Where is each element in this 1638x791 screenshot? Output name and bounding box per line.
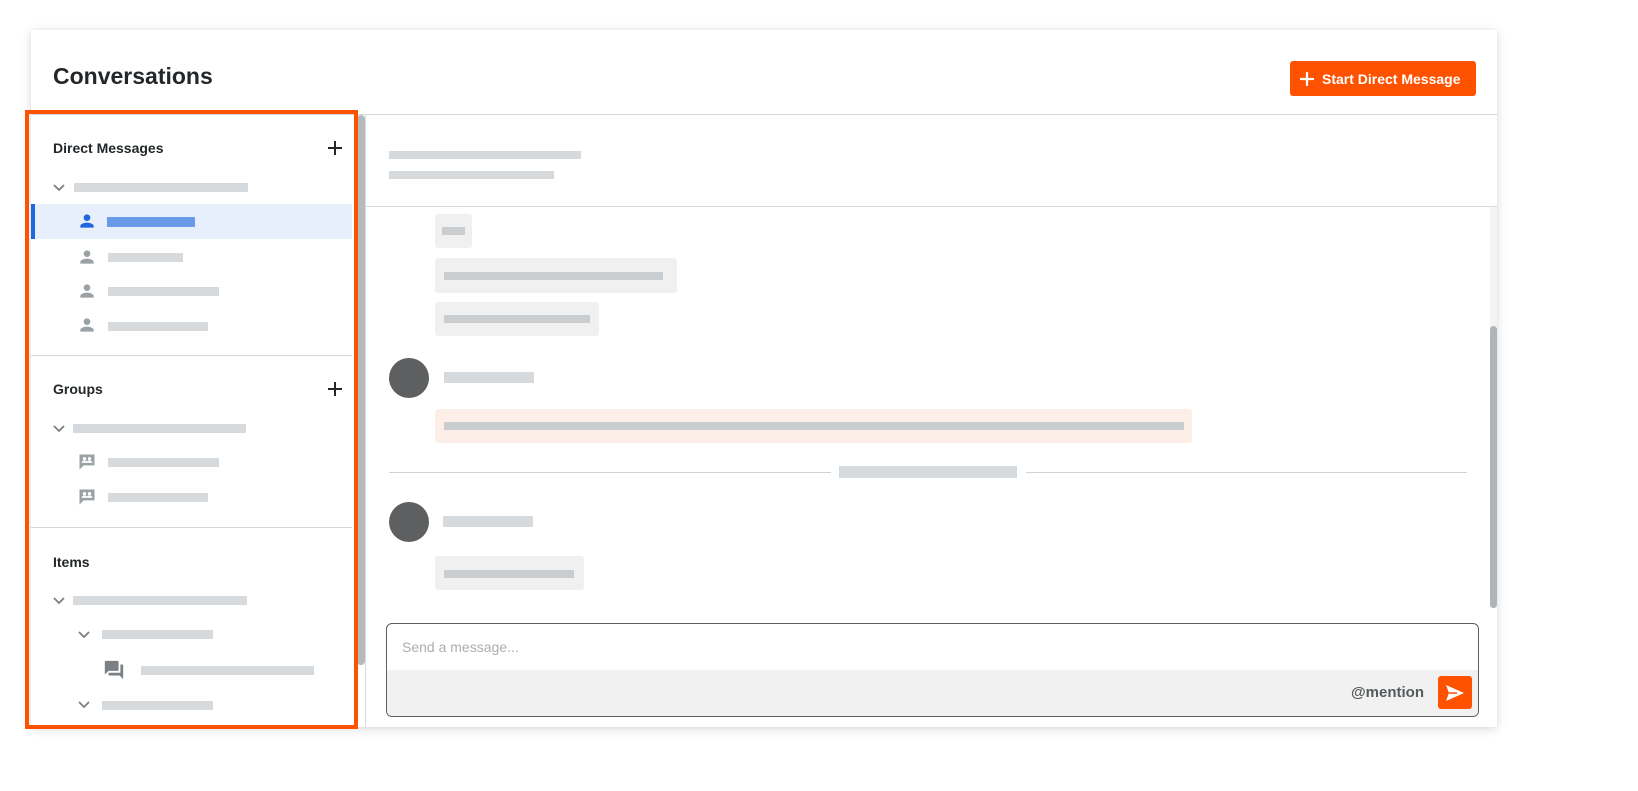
message-bubble-highlighted — [435, 409, 1192, 443]
message-bubble — [435, 556, 584, 590]
date-separator-line — [1026, 472, 1467, 473]
mention-button[interactable]: @mention — [1351, 684, 1424, 701]
chevron-down-icon[interactable] — [52, 424, 66, 434]
message-bubble — [435, 214, 472, 248]
message-input[interactable] — [387, 624, 1478, 670]
item-category-placeholder — [73, 596, 247, 605]
conversation-title-placeholder — [389, 151, 581, 159]
dm-item-selected[interactable] — [31, 204, 352, 239]
sender-name-placeholder — [444, 372, 534, 383]
message-text-placeholder — [444, 315, 590, 323]
groups-heading: Groups — [53, 381, 103, 397]
section-divider — [31, 527, 352, 528]
date-separator-placeholder — [839, 466, 1017, 478]
group-name-placeholder — [108, 493, 208, 502]
group-category-placeholder — [73, 424, 246, 433]
message-text-placeholder — [444, 570, 574, 578]
add-group-icon[interactable] — [327, 381, 343, 397]
date-separator-line — [389, 472, 831, 473]
dm-name-placeholder — [107, 217, 195, 227]
person-icon — [80, 318, 94, 332]
forum-icon — [104, 660, 124, 680]
group-chat-icon — [79, 489, 95, 505]
conversation-sidebar: Direct Messages Groups Items — [31, 115, 352, 727]
send-icon — [1446, 684, 1464, 701]
avatar — [389, 358, 429, 398]
composer-toolbar: @mention — [387, 670, 1478, 716]
page-title: Conversations — [53, 63, 213, 89]
avatar — [389, 502, 429, 542]
section-divider — [31, 355, 352, 356]
dm-name-placeholder — [108, 322, 208, 331]
chevron-down-icon[interactable] — [77, 700, 91, 710]
sidebar-scrollbar-thumb[interactable] — [357, 115, 365, 665]
message-composer: @mention — [386, 623, 1479, 717]
conversations-panel: Conversations Start Direct Message Direc… — [31, 30, 1497, 727]
direct-messages-heading: Direct Messages — [53, 140, 164, 156]
item-subcategory-placeholder — [102, 630, 213, 639]
item-name-placeholder — [141, 666, 314, 675]
send-button[interactable] — [1438, 676, 1472, 709]
chevron-down-icon[interactable] — [52, 183, 66, 193]
person-icon — [80, 284, 94, 298]
conversation-subtitle-placeholder — [389, 171, 554, 179]
person-icon — [80, 214, 94, 228]
group-name-placeholder — [108, 458, 219, 467]
dm-name-placeholder — [108, 253, 183, 262]
message-text-placeholder — [442, 227, 465, 235]
message-bubble — [435, 302, 599, 336]
sender-name-placeholder — [443, 516, 533, 527]
message-bubble — [435, 258, 677, 293]
message-text-placeholder — [444, 272, 663, 280]
items-heading: Items — [53, 554, 90, 570]
plus-icon — [1300, 71, 1314, 86]
message-text-placeholder — [444, 422, 1184, 430]
chevron-down-icon[interactable] — [52, 596, 66, 606]
selected-indicator — [31, 204, 35, 239]
start-direct-message-label: Start Direct Message — [1322, 70, 1461, 87]
dm-group-label-placeholder — [74, 183, 248, 192]
message-scrollbar-thumb[interactable] — [1490, 326, 1497, 608]
person-icon — [80, 250, 94, 264]
conversation-header-divider — [366, 206, 1497, 207]
dm-name-placeholder — [108, 287, 219, 296]
item-subcategory-placeholder — [102, 701, 213, 710]
chevron-down-icon[interactable] — [77, 630, 91, 640]
add-direct-message-icon[interactable] — [327, 140, 343, 156]
start-direct-message-button[interactable]: Start Direct Message — [1290, 61, 1476, 96]
group-chat-icon — [79, 454, 95, 470]
